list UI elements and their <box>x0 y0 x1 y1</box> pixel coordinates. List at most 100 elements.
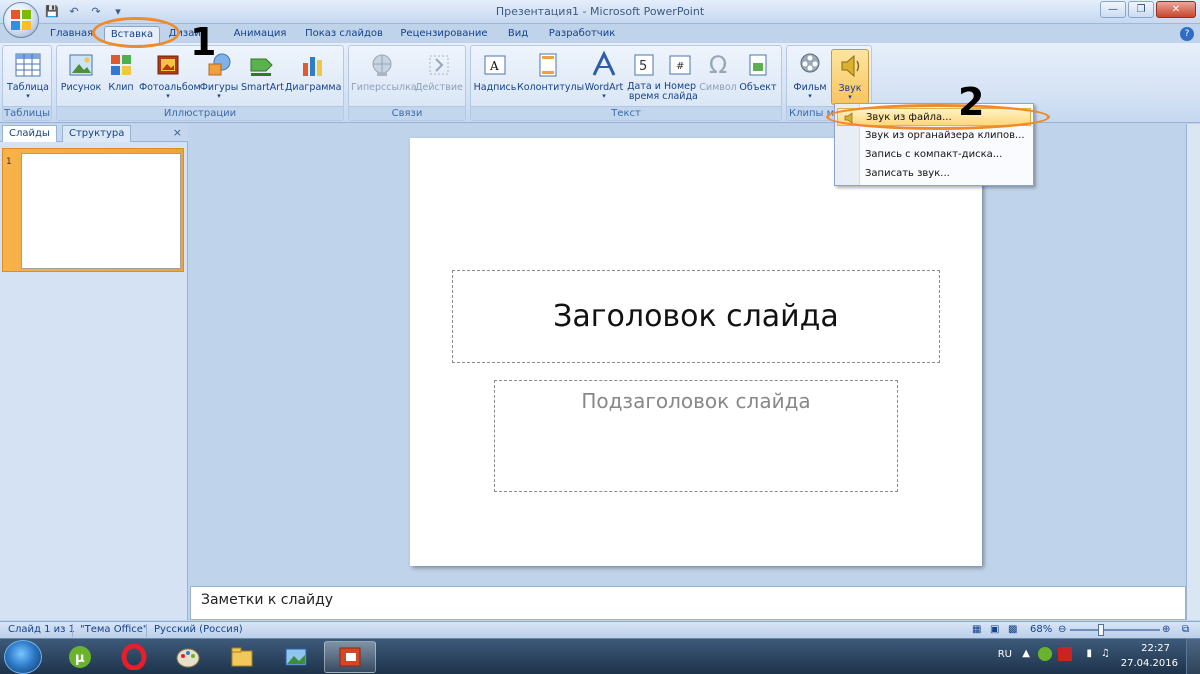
tab-view[interactable]: Вид <box>502 26 534 43</box>
tray-antivirus-icon[interactable] <box>1058 647 1072 661</box>
view-sorter-icon[interactable]: ▣ <box>990 624 999 635</box>
tab-outline[interactable]: Структура <box>62 125 132 142</box>
slide-thumbnail[interactable] <box>21 153 181 269</box>
language-indicator[interactable]: RU <box>998 649 1012 660</box>
slidenumber-label-2: слайда <box>662 91 698 102</box>
close-button[interactable]: ✕ <box>1156 1 1196 18</box>
view-normal-icon[interactable]: ▦ <box>972 624 981 635</box>
subtitle-placeholder-text: Подзаголовок слайда <box>581 389 811 413</box>
tray-utorrent-icon[interactable] <box>1038 647 1052 661</box>
slide-canvas[interactable]: Заголовок слайда Подзаголовок слайда <box>410 138 982 566</box>
title-placeholder[interactable]: Заголовок слайда <box>452 270 940 363</box>
headerfooter-button[interactable]: Колонтитулы <box>517 49 584 105</box>
tab-slideshow[interactable]: Показ слайдов <box>302 26 386 43</box>
slide-editor: Заголовок слайда Подзаголовок слайда <box>190 124 1200 584</box>
clock-time[interactable]: 22:27 <box>1141 643 1170 654</box>
tab-animation[interactable]: Анимация <box>228 26 292 43</box>
opera-icon[interactable] <box>108 641 160 673</box>
photoalbum-button[interactable]: Фотоальбом ▾ <box>139 49 201 105</box>
photo-viewer-icon[interactable] <box>270 641 322 673</box>
datetime-button[interactable]: 5 Дата и время <box>627 49 661 105</box>
status-language[interactable]: Русский (Россия) <box>154 624 243 635</box>
picture-button[interactable]: Рисунок <box>59 49 103 105</box>
zoom-slider[interactable] <box>1070 629 1160 631</box>
svg-text:A: A <box>489 59 499 73</box>
smartart-icon <box>248 51 276 79</box>
zoom-level[interactable]: 68% <box>1030 624 1052 635</box>
group-illustrations-label: Иллюстрации <box>57 106 343 120</box>
group-text-label: Текст <box>471 106 781 120</box>
slide-number-icon: # <box>666 51 694 79</box>
status-theme[interactable]: "Тема Office" <box>80 624 148 635</box>
tray-arrow-icon[interactable]: ▲ <box>1022 648 1030 659</box>
table-icon <box>14 51 42 79</box>
datetime-label-2: время <box>628 91 660 102</box>
show-desktop-button[interactable] <box>1186 639 1200 674</box>
group-text: A Надпись Колонтитулы WordArt ▾ 5 Дата и… <box>470 45 782 121</box>
hyperlink-button[interactable]: Гиперссылка <box>351 49 417 105</box>
tab-slides[interactable]: Слайды <box>2 125 57 142</box>
slide-thumbnail-selected[interactable]: 1 <box>2 148 184 272</box>
menu-record-sound[interactable]: Записать звук... <box>837 165 1031 183</box>
slidenumber-button[interactable]: # Номер слайда <box>661 49 699 105</box>
chart-icon <box>299 51 327 79</box>
chart-button[interactable]: Диаграмма <box>285 49 341 105</box>
vertical-scrollbar[interactable] <box>1186 124 1200 620</box>
status-separator <box>146 624 147 637</box>
slide-number: 1 <box>6 157 12 167</box>
taskbar: µ RU ▲ ▮ ♫ 22:27 27.04.2016 <box>0 638 1200 674</box>
calendar-icon-digit: 5 <box>639 59 647 74</box>
start-button[interactable] <box>4 640 42 674</box>
hyperlink-globe-icon <box>368 51 396 79</box>
menu-play-cd[interactable]: Запись с компакт-диска... <box>837 146 1031 164</box>
office-button[interactable] <box>3 2 39 38</box>
notes-pane[interactable]: Заметки к слайду <box>190 586 1186 620</box>
zoom-out-icon[interactable]: ⊖ <box>1058 624 1066 635</box>
textbox-button[interactable]: A Надпись <box>473 49 517 105</box>
action-button[interactable]: Действие <box>413 49 465 105</box>
smartart-label: SmartArt <box>241 82 284 93</box>
paint-icon[interactable] <box>162 641 214 673</box>
view-slideshow-icon[interactable]: ▩ <box>1008 624 1017 635</box>
close-pane-icon[interactable]: × <box>173 126 182 139</box>
sound-dropdown-icon: ▾ <box>848 93 852 101</box>
clip-button[interactable]: Клип <box>105 49 137 105</box>
window-controls: — ❐ ✕ <box>1100 1 1196 18</box>
tab-review[interactable]: Рецензирование <box>396 26 492 43</box>
svg-text:µ: µ <box>75 651 85 666</box>
help-icon[interactable]: ? <box>1180 27 1194 41</box>
textbox-icon: A <box>481 51 509 79</box>
clipart-icon <box>107 51 135 79</box>
subtitle-placeholder[interactable]: Подзаголовок слайда <box>494 380 898 492</box>
symbol-button[interactable]: Ω Символ <box>699 49 737 105</box>
tab-developer[interactable]: Разработчик <box>544 26 620 43</box>
movie-button[interactable]: Фильм ▾ <box>791 49 829 105</box>
object-button[interactable]: Объект <box>737 49 779 105</box>
zoom-slider-thumb[interactable] <box>1098 624 1104 636</box>
menu-play-cd-label: Запись с компакт-диска... <box>865 149 1003 160</box>
fit-to-window-icon[interactable]: ⧉ <box>1182 624 1189 635</box>
utorrent-icon[interactable]: µ <box>54 641 106 673</box>
volume-icon[interactable]: ♫ <box>1101 648 1110 659</box>
chart-label: Диаграмма <box>285 82 342 93</box>
wordart-icon <box>590 50 618 79</box>
minimize-button[interactable]: — <box>1100 1 1126 18</box>
omega-icon: Ω <box>708 51 728 79</box>
table-button[interactable]: Таблица ▾ <box>5 49 51 105</box>
svg-text:#: # <box>676 61 684 72</box>
title-bar: 💾 ↶ ↷ ▾ Презентация1 - Microsoft PowerPo… <box>0 0 1200 24</box>
smartart-button[interactable]: SmartArt <box>241 49 284 105</box>
powerpoint-taskbar-icon[interactable] <box>324 641 376 673</box>
movie-dropdown-icon: ▾ <box>808 92 812 100</box>
group-links: Гиперссылка Действие Связи <box>348 45 466 121</box>
clock-date[interactable]: 27.04.2016 <box>1121 658 1178 669</box>
sound-button[interactable]: Звук ▾ <box>831 49 869 105</box>
network-icon[interactable]: ▮ <box>1086 648 1092 659</box>
wordart-button[interactable]: WordArt ▾ <box>581 49 627 105</box>
office-logo-icon <box>11 10 31 30</box>
maximize-button[interactable]: ❐ <box>1128 1 1154 18</box>
zoom-in-icon[interactable]: ⊕ <box>1162 624 1170 635</box>
tab-home[interactable]: Главная <box>50 26 93 43</box>
photoalbum-icon <box>154 51 182 79</box>
explorer-folder-icon[interactable] <box>216 641 268 673</box>
